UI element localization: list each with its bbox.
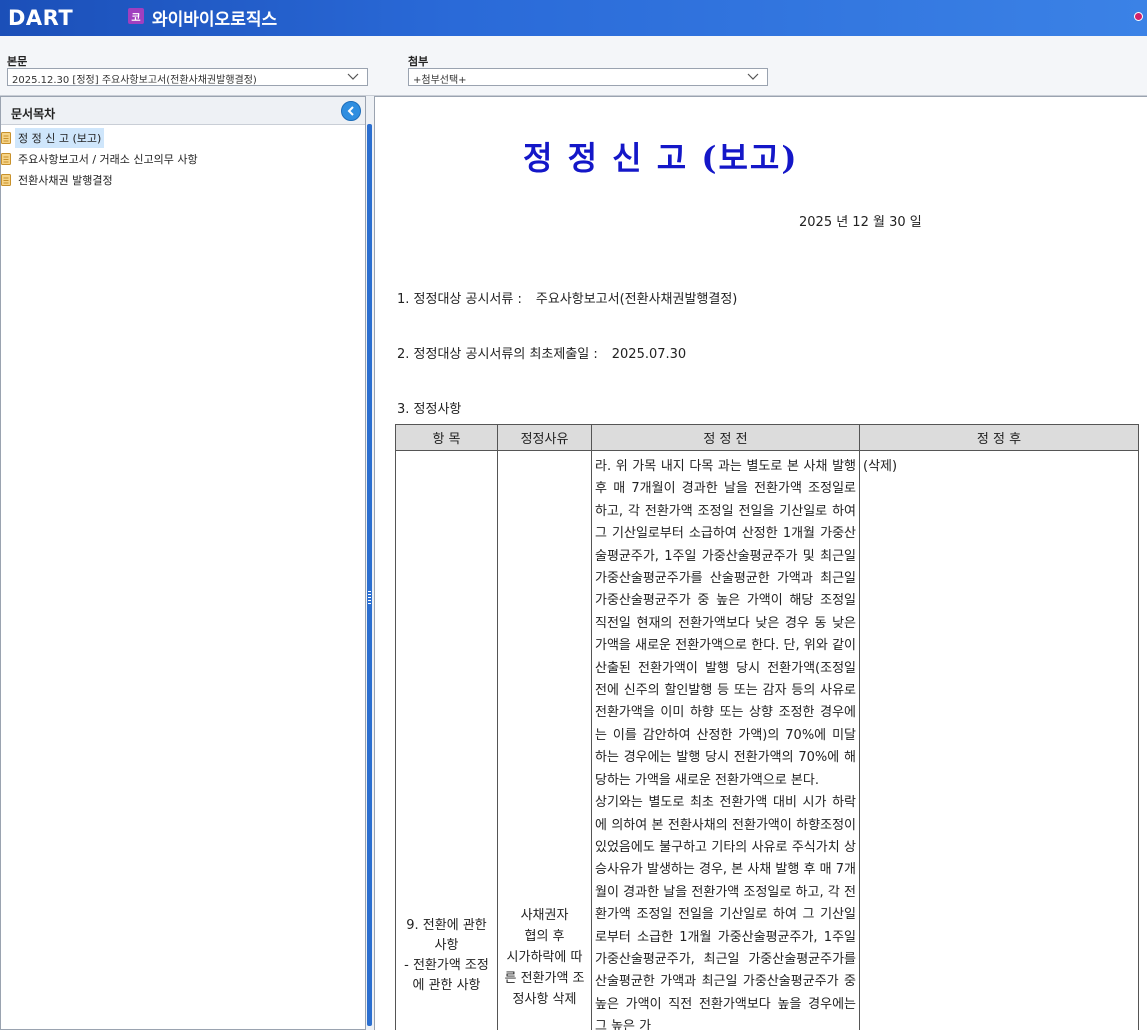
toc-item-label: 주요사항보고서 / 거래소 신고의무 사항 xyxy=(18,152,198,166)
attach-doc-select[interactable]: +첨부선택+ xyxy=(408,68,768,86)
cell-line: 른 전환가액 조 xyxy=(504,971,585,986)
panel-splitter[interactable] xyxy=(366,96,374,1030)
item-first-submit-date: 2. 정정대상 공시서류의 최초제출일 : 2025.07.30 xyxy=(397,343,686,362)
cell-after: (삭제) xyxy=(859,450,1139,1030)
main-doc-select[interactable]: 2025.12.30 [정정] 주요사항보고서(전환사채권발행결정) xyxy=(7,68,368,86)
toc-title: 문서목차 xyxy=(11,107,56,121)
toc-item-convertible-bond[interactable]: 전환사채권 발행결정 xyxy=(1,169,365,190)
splitter-handle[interactable] xyxy=(367,124,372,1026)
document-viewer: 정 정 신 고 (보고) 2025 년 12 월 30 일 1. 정정대상 공시… xyxy=(374,96,1147,1030)
document-icon xyxy=(1,131,11,144)
cell-line: 사항 xyxy=(434,938,459,953)
main-doc-select-value: 2025.12.30 [정정] 주요사항보고서(전환사채권발행결정) xyxy=(12,75,257,86)
cell-line: 에 관한 사항 xyxy=(412,978,481,993)
grip-icon xyxy=(368,591,371,605)
before-paragraph-2: 상기와는 별도로 최초 전환가액 대비 시가 하락에 의하여 본 전환사채의 전… xyxy=(595,795,856,1030)
company-badge-icon: 코 xyxy=(128,8,144,24)
logo-text: DART xyxy=(8,6,74,30)
table-row: 9. 전환에 관한 사항 - 전환가액 조정 에 관한 사항 사채권자 협의 후… xyxy=(395,450,1139,1030)
cell-before: 라. 위 가목 내지 다목 과는 별도로 본 사채 발행 후 매 7개월이 경과… xyxy=(591,450,860,1030)
col-header-reason: 정정사유 xyxy=(497,424,592,451)
toc-item-correction-report[interactable]: 정 정 신 고 (보고) xyxy=(1,127,365,148)
cell-line: 9. 전환에 관한 xyxy=(406,918,487,933)
toc-list: 정 정 신 고 (보고) 주요사항보고서 / 거래소 신고의무 사항 전환사채권… xyxy=(1,125,365,190)
correction-table: 항 목 정정사유 정 정 전 정 정 후 9. 전환에 관한 사항 - 전환가액… xyxy=(395,424,1139,1030)
document-icon xyxy=(1,152,11,165)
app-header: DART 코 와이바이오로직스 xyxy=(0,0,1147,36)
col-header-before: 정 정 전 xyxy=(591,424,860,451)
collapse-panel-button[interactable] xyxy=(341,101,361,121)
document-icon xyxy=(1,173,11,186)
document-selector-bar: 본문 2025.12.30 [정정] 주요사항보고서(전환사채권발행결정) 첨부… xyxy=(0,36,1147,96)
document-date: 2025 년 12 월 30 일 xyxy=(799,215,922,230)
before-paragraph-1: 라. 위 가목 내지 다목 과는 별도로 본 사채 발행 후 매 7개월이 경과… xyxy=(595,459,856,788)
chevron-down-icon xyxy=(347,73,359,80)
table-header-row: 항 목 정정사유 정 정 전 정 정 후 xyxy=(395,424,1139,451)
toc-header: 문서목차 xyxy=(1,97,365,125)
cell-item: 9. 전환에 관한 사항 - 전환가액 조정 에 관한 사항 xyxy=(395,450,498,1030)
cell-reason: 사채권자 협의 후 시가하락에 따 른 전환가액 조 정사항 삭제 xyxy=(497,450,592,1030)
item-label: 1. 정정대상 공시서류 : xyxy=(397,292,522,307)
toc-item-label: 정 정 신 고 (보고) xyxy=(15,127,105,148)
company-name: 와이바이오로직스 xyxy=(152,10,278,30)
chevron-left-icon xyxy=(347,106,354,116)
toc-item-major-report[interactable]: 주요사항보고서 / 거래소 신고의무 사항 xyxy=(1,148,365,169)
chevron-down-icon xyxy=(747,73,759,80)
main-doc-group: 본문 2025.12.30 [정정] 주요사항보고서(전환사채권발행결정) xyxy=(7,53,368,86)
dart-logo[interactable]: DART xyxy=(8,5,73,31)
attach-doc-select-value: +첨부선택+ xyxy=(413,75,467,86)
item-corrections: 3. 정정사항 xyxy=(397,398,461,417)
cell-line: - 전환가액 조정 xyxy=(404,958,489,973)
attach-doc-group: 첨부 +첨부선택+ xyxy=(408,53,768,86)
item-value: 주요사항보고서(전환사채권발행결정) xyxy=(535,292,738,307)
col-header-after: 정 정 후 xyxy=(859,424,1139,451)
item-label: 2. 정정대상 공시서류의 최초제출일 : xyxy=(397,347,598,362)
item-value: 2025.07.30 xyxy=(611,347,687,362)
attach-doc-label: 첨부 xyxy=(408,55,429,68)
toc-panel: 문서목차 정 정 신 고 (보고) 주요사항보고서 / 거래소 신고의무 사항 … xyxy=(0,96,366,1030)
toc-item-label: 전환사채권 발행결정 xyxy=(18,173,113,187)
main-doc-label: 본문 xyxy=(7,55,28,68)
cell-line: 정사항 삭제 xyxy=(512,992,577,1007)
cell-line: 협의 후 xyxy=(524,929,565,944)
cell-line: 사채권자 xyxy=(520,908,569,923)
status-dot-icon[interactable] xyxy=(1134,12,1143,21)
cell-line: 시가하락에 따 xyxy=(506,950,583,965)
item-label: 3. 정정사항 xyxy=(397,402,462,417)
item-target-document: 1. 정정대상 공시서류 : 주요사항보고서(전환사채권발행결정) xyxy=(397,288,737,307)
document-title: 정 정 신 고 (보고) xyxy=(523,139,799,177)
col-header-item: 항 목 xyxy=(395,424,498,451)
